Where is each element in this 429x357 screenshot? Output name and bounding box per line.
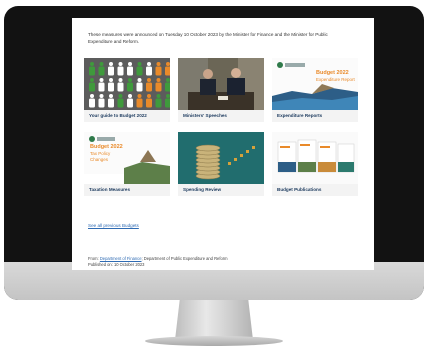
page-footer: From: Department of Finance; Department …	[88, 256, 348, 267]
dept-per-text: ; Department of Public Expenditure and R…	[141, 256, 228, 261]
thumb-title: Budget 2022	[316, 70, 349, 76]
card-expenditure[interactable]: Budget 2022 Expenditure Report Expenditu…	[272, 58, 358, 122]
from-label: From:	[88, 256, 99, 261]
card-label: Ministers' Speeches	[183, 113, 227, 118]
card-speeches[interactable]: Ministers' Speeches	[178, 58, 264, 122]
monitor-base	[145, 336, 283, 346]
coins-image	[178, 132, 264, 184]
tax-policy-cover: Budget 2022 Tax Policy Changes	[84, 132, 170, 184]
card-label: Spending Review	[183, 187, 222, 192]
card-label: Taxation Measures	[89, 187, 131, 192]
card-guide[interactable]: Your guide to Budget 2022	[84, 58, 170, 122]
published-date: Published on: 10 October 2023	[88, 261, 145, 267]
thumb-subtitle: Expenditure Report	[316, 77, 355, 82]
see-all-budgets-link[interactable]: See all previous Budgets	[88, 223, 139, 228]
card-spending[interactable]: Spending Review	[178, 132, 264, 196]
publications-covers	[272, 132, 358, 184]
monitor-stand	[175, 300, 253, 340]
thumb-title: Budget 2022	[90, 144, 123, 150]
card-label: Your guide to Budget 2022	[89, 113, 147, 118]
intro-text: These measures were announced on Tuesday…	[88, 32, 328, 44]
thumb-subtitle: Tax Policy Changes	[90, 151, 111, 162]
card-publications[interactable]: Budget Publications	[272, 132, 358, 196]
card-label: Budget Publications	[277, 187, 322, 192]
card-taxation[interactable]: Budget 2022 Tax Policy Changes Taxation …	[84, 132, 170, 196]
web-page: These measures were announced on Tuesday…	[72, 18, 374, 270]
card-label: Expenditure Reports	[277, 113, 323, 118]
expenditure-report-cover: Budget 2022 Expenditure Report	[272, 58, 358, 110]
dept-finance-link[interactable]: Department of Finance	[100, 256, 142, 261]
people-figures-image	[84, 58, 170, 110]
ministers-photo	[178, 58, 264, 110]
